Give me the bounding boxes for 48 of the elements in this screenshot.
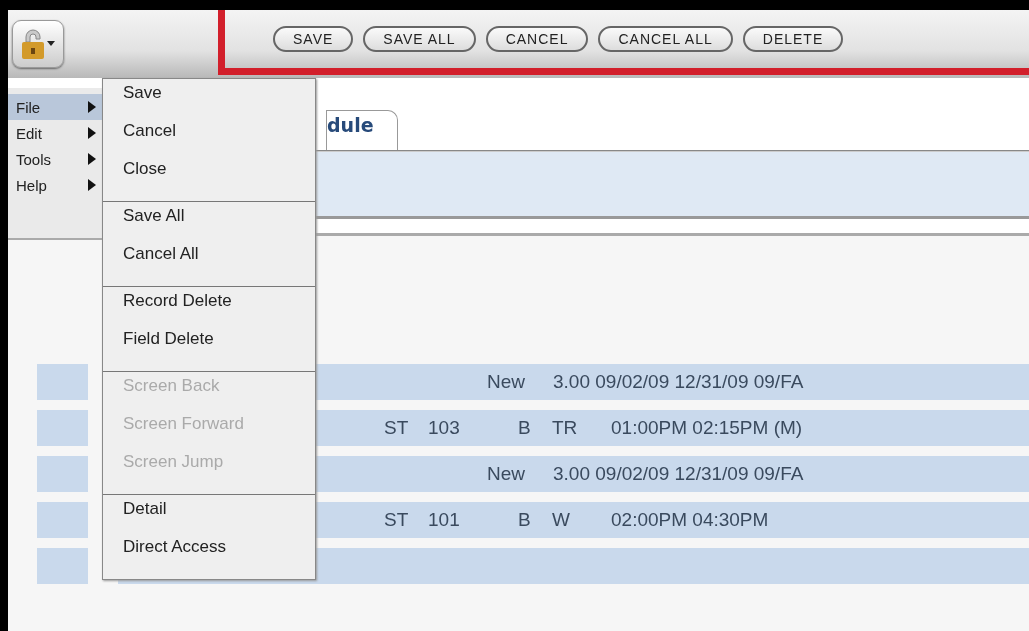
- times-cell-text: 01:00PM 02:15PM (M): [610, 417, 804, 439]
- menu-label: Edit: [16, 124, 42, 142]
- toolbar-button[interactable]: DELETE: [742, 26, 844, 52]
- menu-label: Tools: [16, 150, 52, 168]
- submenu-item[interactable]: Close: [103, 159, 315, 197]
- times-cell-text: 02:00PM 04:30PM: [610, 509, 770, 531]
- menu-label: Help: [16, 176, 47, 194]
- toolbar-button[interactable]: CANCEL ALL: [598, 26, 733, 52]
- days-cell-text: W: [551, 509, 571, 531]
- room-cell-text: 103: [428, 417, 461, 439]
- row-selector[interactable]: [37, 410, 88, 446]
- info-cell-text: 3.00 09/02/09 12/31/09 09/FA: [552, 371, 805, 393]
- menu-item[interactable]: Edit: [8, 120, 102, 146]
- building-cell-text: B: [518, 417, 532, 439]
- toolbar-button[interactable]: SAVE: [273, 26, 354, 52]
- submenu-arrow-icon: [88, 101, 96, 113]
- row-selector[interactable]: [37, 502, 88, 538]
- submenu-item[interactable]: Cancel: [103, 121, 315, 159]
- toolbar-button[interactable]: CANCEL: [485, 26, 589, 52]
- padlock-icon: [20, 28, 56, 60]
- status-cell-text: New: [486, 371, 526, 393]
- submenu-arrow-icon: [88, 179, 96, 191]
- lock-menu-button[interactable]: [12, 20, 64, 68]
- menu-item[interactable]: Tools: [8, 146, 102, 172]
- status-cell-text: New: [486, 463, 526, 485]
- info-cell-text: 3.00 09/02/09 12/31/09 09/FA: [552, 463, 805, 485]
- tab[interactable]: dule: [326, 110, 398, 150]
- days-cell-text: TR: [551, 417, 579, 439]
- menu-item[interactable]: File: [8, 94, 102, 120]
- submenu-item[interactable]: Detail: [103, 499, 315, 537]
- toolbar-button[interactable]: SAVE ALL: [363, 26, 476, 52]
- submenu-item[interactable]: Save All: [103, 206, 315, 244]
- submenu-item[interactable]: Save: [103, 83, 315, 121]
- room-cell-text: 101: [428, 509, 461, 531]
- submenu-arrow-icon: [88, 153, 96, 165]
- menu-label: File: [16, 98, 41, 116]
- row-selector[interactable]: [37, 548, 88, 584]
- building-cell-text: B: [518, 509, 532, 531]
- type-cell-text: ST: [384, 509, 410, 531]
- row-selector[interactable]: [37, 364, 88, 400]
- submenu-item[interactable]: Direct Access: [103, 537, 315, 575]
- type-cell-text: ST: [384, 417, 410, 439]
- submenu-item[interactable]: Record Delete: [103, 291, 315, 329]
- submenu-item[interactable]: Field Delete: [103, 329, 315, 367]
- submenu-item[interactable]: Cancel All: [103, 244, 315, 282]
- row-selector[interactable]: [37, 456, 88, 492]
- menu-item[interactable]: Help: [8, 172, 102, 198]
- submenu-arrow-icon: [88, 127, 96, 139]
